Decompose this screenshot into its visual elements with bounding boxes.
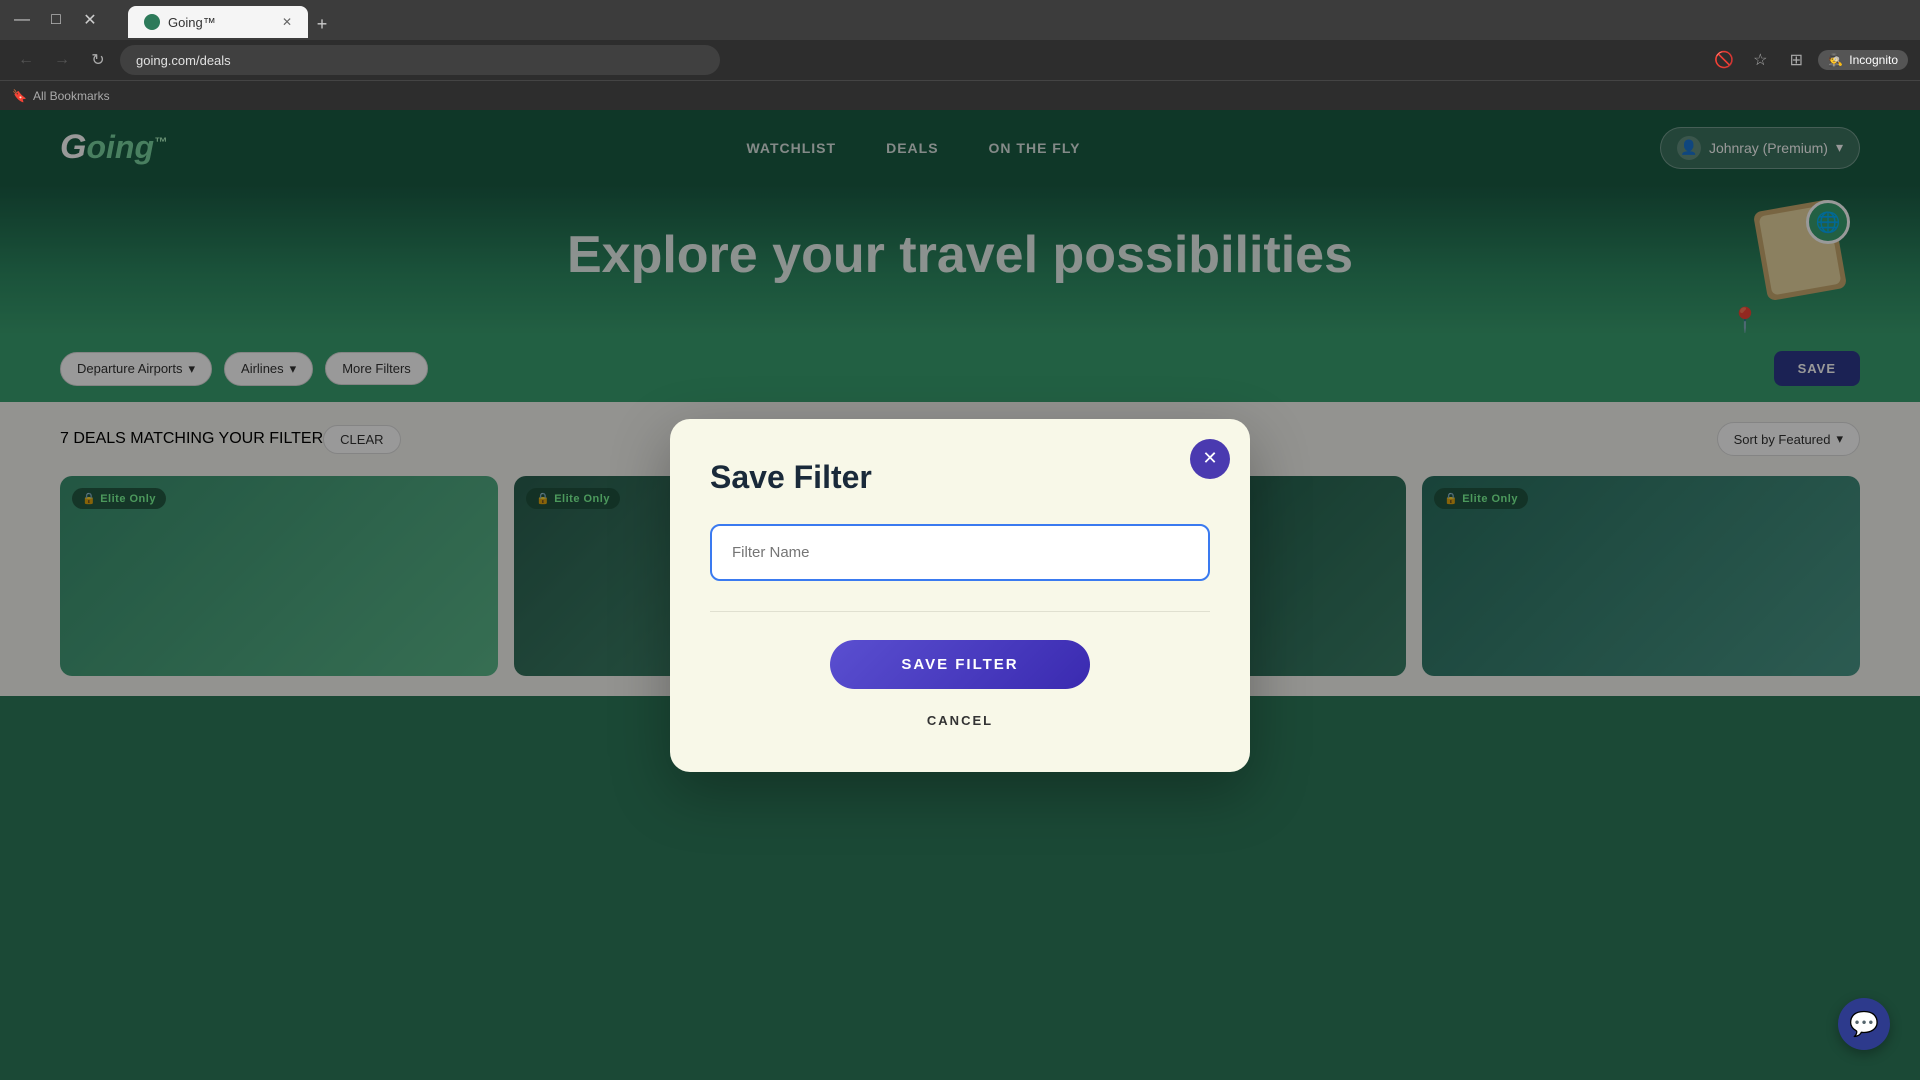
address-text: going.com/deals <box>136 53 231 68</box>
new-tab-btn[interactable]: + <box>308 10 336 38</box>
browser-right-icons: 🚫 ☆ ⊞ 🕵 Incognito <box>1710 46 1908 74</box>
browser-titlebar: — □ ✕ Going™ ✕ + <box>0 0 1920 40</box>
close-btn[interactable]: ✕ <box>76 6 104 34</box>
modal-title: Save Filter <box>710 459 1210 496</box>
browser-chrome: — □ ✕ Going™ ✕ + ← → ↻ going.com/deals 🚫… <box>0 0 1920 110</box>
chat-icon: 💬 <box>1849 1010 1879 1039</box>
minimize-btn[interactable]: — <box>8 6 36 34</box>
maximize-btn[interactable]: □ <box>42 6 70 34</box>
layout-icon[interactable]: ⊞ <box>1782 46 1810 74</box>
refresh-btn[interactable]: ↻ <box>84 46 112 74</box>
website-content: Going™ WATCHLIST DEALS ON THE FLY 👤 John… <box>0 110 1920 1080</box>
camera-off-icon[interactable]: 🚫 <box>1710 46 1738 74</box>
modal-save-filter-btn[interactable]: SAVE FILTER <box>830 640 1090 689</box>
back-btn[interactable]: ← <box>12 46 40 74</box>
browser-toolbar: ← → ↻ going.com/deals 🚫 ☆ ⊞ 🕵 Incognito <box>0 40 1920 80</box>
bookmarks-bar: 🔖 All Bookmarks <box>0 80 1920 110</box>
bookmark-icon[interactable]: ☆ <box>1746 46 1774 74</box>
bookmarks-label: All Bookmarks <box>33 89 110 103</box>
address-bar[interactable]: going.com/deals <box>120 45 720 75</box>
tab-bar: Going™ ✕ + <box>120 2 1912 38</box>
incognito-label: Incognito <box>1849 53 1898 67</box>
modal-close-btn[interactable]: ✕ <box>1190 439 1230 479</box>
modal-cancel-btn[interactable]: CANCEL <box>710 705 1210 736</box>
bookmarks-icon: 🔖 <box>12 89 27 103</box>
modal-overlay[interactable]: ✕ Save Filter SAVE FILTER CANCEL <box>0 110 1920 1080</box>
filter-name-input[interactable] <box>710 524 1210 581</box>
forward-btn[interactable]: → <box>48 46 76 74</box>
tab-title: Going™ <box>168 15 216 30</box>
chat-button[interactable]: 💬 <box>1838 998 1890 1050</box>
modal-divider <box>710 611 1210 612</box>
incognito-badge: 🕵 Incognito <box>1818 50 1908 70</box>
active-tab[interactable]: Going™ ✕ <box>128 6 308 38</box>
incognito-icon: 🕵 <box>1828 53 1843 67</box>
tab-close-btn[interactable]: ✕ <box>282 15 292 29</box>
save-filter-modal: ✕ Save Filter SAVE FILTER CANCEL <box>670 419 1250 772</box>
window-controls: — □ ✕ <box>8 6 104 34</box>
tab-favicon <box>144 14 160 30</box>
